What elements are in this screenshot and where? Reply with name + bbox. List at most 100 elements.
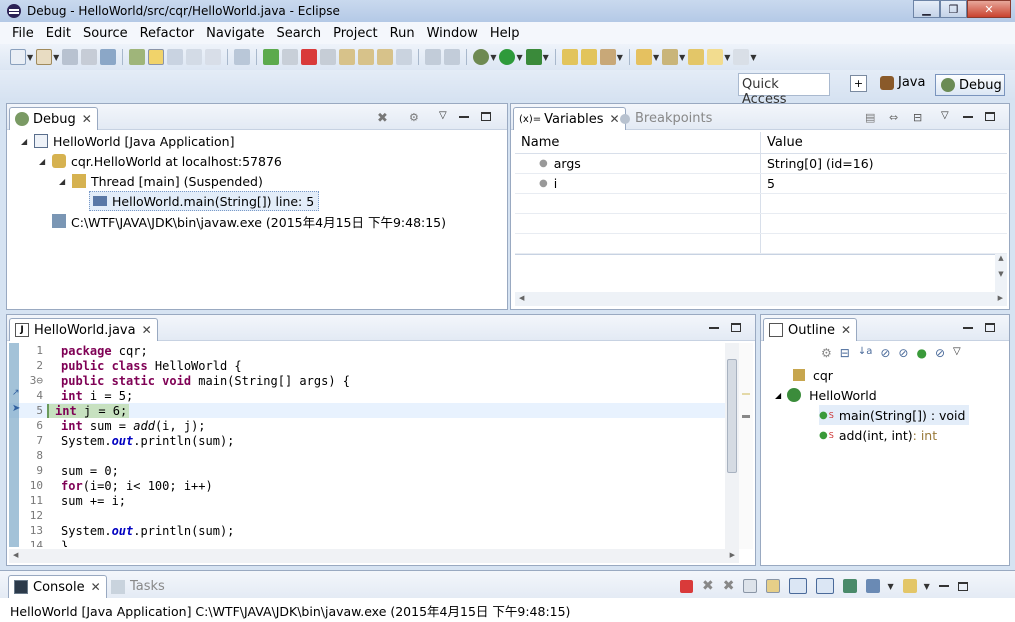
collapse-icon[interactable]: ⊟ [913,111,922,124]
next-annotation-icon[interactable] [635,49,652,65]
external-tools-icon[interactable] [525,49,542,65]
menu-run[interactable]: Run [384,26,421,41]
print-icon[interactable] [100,49,117,65]
tree-item-stack-frame[interactable]: HelloWorld.main(String[]) line: 5 [89,191,320,211]
scroll-lock-icon[interactable] [766,579,781,593]
menu-search[interactable]: Search [270,26,327,41]
mark-occurrences-icon[interactable] [148,49,165,65]
chevron-down-icon[interactable]: ▼ [653,53,659,62]
collapse-all-icon[interactable]: ⊟ [840,346,850,360]
sort-icon[interactable]: ↓a [858,346,873,360]
save-all-icon[interactable] [81,49,98,65]
tab-tasks[interactable]: Tasks [106,575,170,598]
tree-item-process[interactable]: C:\WTF\JAVA\JDK\bin\javaw.exe (2015年4月15… [52,211,446,231]
menu-refactor[interactable]: Refactor [134,26,201,41]
column-header-value[interactable]: Value [761,135,1007,150]
block-selection-icon[interactable] [167,49,184,65]
expand-icon[interactable]: ◢ [775,391,781,400]
step-filter-icon[interactable] [444,49,461,65]
remove-terminated-icon[interactable]: ✖ [377,111,388,126]
pin-icon[interactable] [234,49,251,65]
remove-all-terminated-icon[interactable]: ✖ [723,578,735,594]
breakpoint-marker-icon[interactable]: ↗ [12,388,20,398]
chevron-down-icon[interactable]: ▼ [543,53,549,62]
chevron-down-icon[interactable]: ▼ [724,53,730,62]
back-arrow-icon[interactable] [707,49,724,65]
tab-variables[interactable]: (x)= Variables ✕ [513,107,626,130]
use-step-filters-icon[interactable] [425,49,442,65]
outline-item-class[interactable]: ◢ HelloWorld [775,385,877,405]
hide-local-types-icon[interactable]: ⊘ [935,346,945,360]
menu-navigate[interactable]: Navigate [200,26,270,41]
close-icon[interactable]: ✕ [82,112,92,126]
chevron-down-icon[interactable]: ▼ [750,53,756,62]
chevron-down-icon[interactable]: ▼ [490,53,496,62]
open-type-icon[interactable] [561,49,578,65]
console-output[interactable]: HelloWorld [Java Application] C:\WTF\JAV… [0,598,1015,622]
outline-item-main-method[interactable]: ● S main(String[]) : void [819,405,970,425]
view-menu-icon[interactable]: ▽ [941,110,949,121]
maximize-view-button[interactable] [731,323,741,332]
tree-item-target[interactable]: ◢ cqr.HelloWorld at localhost:57876 [39,151,282,171]
view-menu-icon[interactable]: ▽ [439,110,447,121]
menu-source[interactable]: Source [77,26,134,41]
show-on-error-icon[interactable] [816,578,835,594]
clear-console-icon[interactable] [743,579,758,593]
step-over-icon[interactable] [358,49,375,65]
chevron-down-icon[interactable]: ▼ [516,53,522,62]
menu-window[interactable]: Window [421,26,484,41]
chevron-down-icon[interactable]: ▼ [617,53,623,62]
debug-icon[interactable] [473,49,490,65]
maximize-view-button[interactable] [957,581,968,591]
show-whitespace-icon[interactable] [186,49,203,65]
menu-file[interactable]: File [6,26,40,41]
save-icon[interactable] [62,49,79,65]
resume-icon[interactable] [263,49,280,65]
minimize-view-button[interactable] [709,327,719,329]
editor-vertical-scrollbar[interactable] [725,343,739,549]
open-console-icon[interactable] [902,579,917,593]
open-folder-icon[interactable] [580,49,597,65]
tab-helloworld-java[interactable]: J HelloWorld.java ✕ [9,318,158,341]
tab-console[interactable]: Console ✕ [8,575,107,598]
expand-icon[interactable]: ◢ [39,157,49,166]
close-icon[interactable]: ✕ [841,323,851,337]
step-return-icon[interactable] [377,49,394,65]
tab-breakpoints[interactable]: Breakpoints [615,107,717,130]
outline-item-add-method[interactable]: ● S add(int, int) : int [819,425,937,445]
chevron-down-icon[interactable]: ▼ [924,582,930,591]
java-perspective-button[interactable]: Java [880,75,925,90]
hide-fields-icon[interactable]: ⊘ [880,346,890,360]
close-icon[interactable]: ✕ [142,323,152,337]
scroll-left-icon[interactable]: ◀ [519,294,524,304]
chevron-down-icon[interactable]: ▼ [27,53,33,62]
minimize-view-button[interactable] [963,116,973,118]
menu-project[interactable]: Project [327,26,383,41]
quick-access-input[interactable]: Quick Access [738,73,830,107]
close-icon[interactable]: ✕ [91,580,101,594]
table-row[interactable]: ● args String[0] (id=16) [515,154,1007,174]
forward-arrow-icon[interactable] [733,49,750,65]
tree-item-launch[interactable]: ◢ HelloWorld [Java Application] [21,131,234,151]
terminate-icon[interactable] [680,579,693,593]
restore-window-button[interactable]: ❐ [940,0,967,18]
table-row[interactable]: ● i 5 [515,174,1007,194]
run-icon[interactable] [499,49,516,65]
tab-outline[interactable]: Outline ✕ [763,318,858,341]
new-icon[interactable] [10,49,26,65]
minimize-window-button[interactable]: ▁ [913,0,940,18]
expand-icon[interactable]: ◢ [59,177,69,186]
menu-help[interactable]: Help [484,26,526,41]
new-package-icon[interactable] [36,49,53,65]
show-type-names-icon[interactable]: ▤ [865,111,875,124]
chevron-down-icon[interactable]: ▼ [887,582,893,591]
code-editor[interactable]: 1 package cqr; 2 public class HelloWorld {… [9,343,735,547]
chevron-down-icon[interactable]: ▼ [53,53,59,62]
pin-console-icon[interactable] [843,579,858,593]
show-on-output-icon[interactable] [789,578,808,594]
expand-icon[interactable]: ◢ [21,137,31,146]
minimize-view-button[interactable] [963,327,973,329]
debug-perspective-button[interactable]: Debug [935,74,1005,96]
collapse-all-icon[interactable]: ⇔ [889,111,898,124]
view-menu-icon[interactable]: ▽ [953,346,961,360]
